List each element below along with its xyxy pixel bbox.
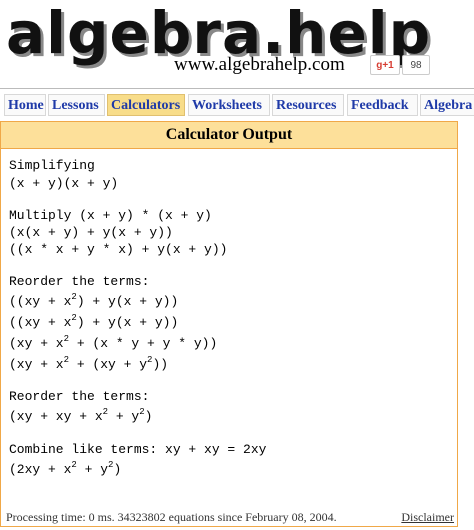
output-line: ((xy + x2) + y(x + y)) — [9, 292, 179, 310]
site-url-text: www.algebrahelp.com — [174, 54, 345, 75]
calculator-output-panel: Calculator Output Simplifying (x + y)(x … — [0, 121, 458, 527]
panel-title: Calculator Output — [1, 122, 457, 149]
output-line: ((x * x + y * x) + y(x + y)) — [9, 242, 228, 257]
google-plus-button[interactable]: g+1 — [370, 55, 400, 75]
main-nav: Home Lessons Calculators Worksheets Reso… — [0, 94, 474, 116]
output-line: ((xy + x2) + y(x + y)) — [9, 313, 179, 331]
google-plus-count: 98 — [402, 55, 430, 75]
nav-resources[interactable]: Resources — [272, 94, 344, 116]
output-line: Combine like terms: xy + xy = 2xy — [9, 442, 267, 457]
nav-calculators[interactable]: Calculators — [107, 94, 185, 116]
nav-home[interactable]: Home — [4, 94, 46, 116]
nav-feedback[interactable]: Feedback — [347, 94, 418, 116]
nav-divider — [0, 88, 474, 89]
nav-worksheets[interactable]: Worksheets — [188, 94, 270, 116]
output-line: Multiply (x + y) * (x + y) — [9, 208, 212, 223]
output-line: (x + y)(x + y) — [9, 176, 119, 191]
output-line: Reorder the terms: — [9, 274, 150, 289]
nav-lessons[interactable]: Lessons — [48, 94, 105, 116]
output-line: (2xy + x2 + y2) — [9, 460, 122, 478]
output-line: (xy + xy + x2 + y2) — [9, 407, 153, 425]
output-line: Reorder the terms: — [9, 389, 150, 404]
processing-info: Processing time: 0 ms. 34323802 equation… — [6, 510, 337, 524]
disclaimer-link[interactable]: Disclaimer — [401, 510, 454, 525]
nav-algebra[interactable]: Algebra — [420, 94, 474, 116]
output-line: (xy + x2 + (x * y + y * y)) — [9, 334, 218, 352]
output-line: Simplifying — [9, 158, 95, 173]
output-line: (xy + x2 + (xy + y2)) — [9, 355, 169, 373]
output-line: (x(x + y) + y(x + y)) — [9, 225, 173, 240]
